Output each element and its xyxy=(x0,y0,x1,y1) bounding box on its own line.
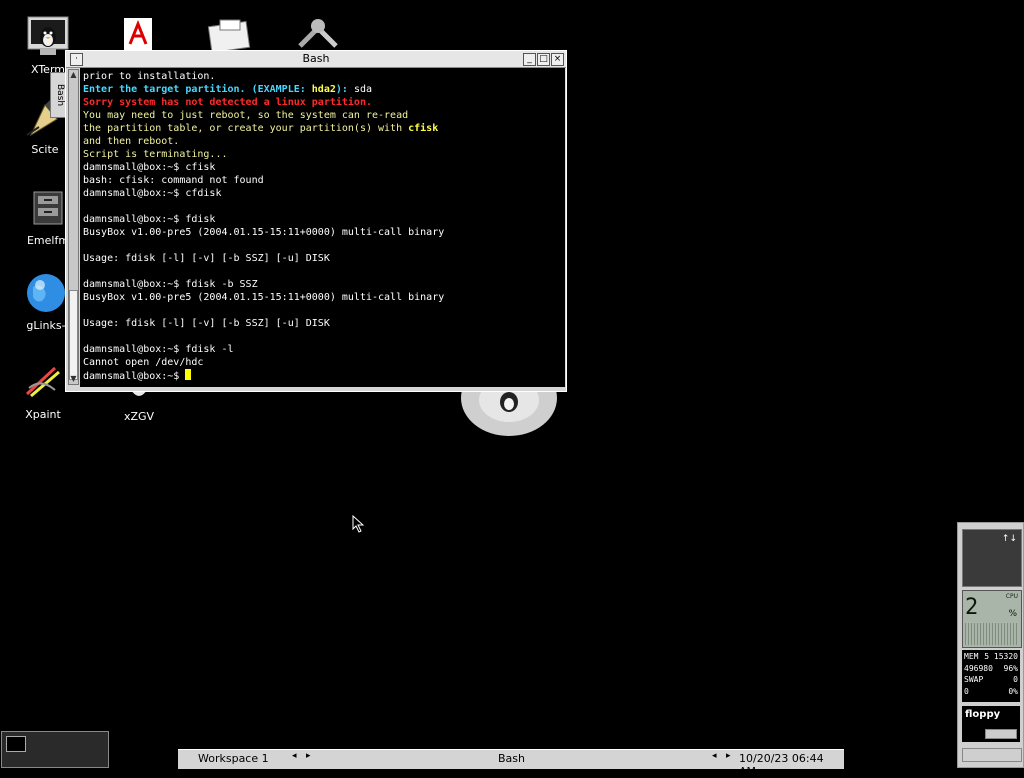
mem-label: MEM xyxy=(964,652,979,661)
floppy-label: floppy xyxy=(965,709,1001,720)
taskbar-item-bash[interactable]: Bash xyxy=(498,752,525,765)
prompt-text: Enter the target partition. (EXAMPLE: xyxy=(83,84,312,95)
terminal-line: Sorry system has not detected a linux pa… xyxy=(83,97,372,108)
terminal-line: damnsmall@box:~$ fdisk -b SSZ xyxy=(83,279,258,290)
terminal-output[interactable]: prior to installation. Enter the target … xyxy=(80,68,565,387)
terminal-line: prior to installation. xyxy=(83,71,216,82)
mail-icon[interactable] xyxy=(206,16,252,54)
shell-prompt: damnsmall@box:~$ xyxy=(83,371,186,382)
terminal-prompt-line[interactable]: damnsmall@box:~$ xyxy=(83,369,565,382)
terminal-line: and then reboot. xyxy=(83,136,180,147)
terminal-line: the partition table, or create your part… xyxy=(83,122,565,135)
prev-task-icon[interactable]: ◂ xyxy=(712,751,717,761)
cpu-value: 2 xyxy=(965,595,979,620)
swap-free: 0 xyxy=(964,687,969,696)
terminal-line: damnsmall@box:~$ cfdisk xyxy=(83,188,222,199)
tools-icon[interactable] xyxy=(294,16,342,50)
dock-arrows-icon[interactable]: ↑↓ xyxy=(1002,534,1017,544)
close-button[interactable]: × xyxy=(551,53,564,66)
pager-workspace-1[interactable] xyxy=(6,736,26,752)
system-monitor-dock: ↑↓ CPU 2 % MEM 5 15320 496980 96% SWAP 0… xyxy=(957,522,1024,768)
vertical-scrollbar[interactable]: ▲ ▼ xyxy=(68,69,79,385)
terminal-line: BusyBox v1.00-pre5 (2004.01.15-15:11+000… xyxy=(83,292,445,303)
terminal-line: You may need to just reboot, so the syst… xyxy=(83,110,409,121)
paint-icon xyxy=(21,360,65,404)
prompt-text: ): xyxy=(335,84,354,95)
cpu-unit: % xyxy=(1008,609,1017,619)
terminal-line: damnsmall@box:~$ cfisk xyxy=(83,162,216,173)
window-title: Bash xyxy=(302,52,330,65)
swap-label: SWAP xyxy=(964,675,984,684)
desktop-icon-label: Xpaint xyxy=(25,408,61,421)
text-fragment: the partition table, or create your part… xyxy=(83,123,409,134)
taskbar: Workspace 1 ◂ ▸ Bash ◂ ▸ 10/20/23 06:44 … xyxy=(178,749,844,778)
clock: 10/20/23 06:44 AM xyxy=(739,752,824,778)
filemanager-icon xyxy=(26,186,70,230)
mem-value: 5 15320 xyxy=(984,652,1018,661)
next-task-icon[interactable]: ▸ xyxy=(726,751,731,761)
floppy-mount-button[interactable] xyxy=(985,729,1017,739)
swap-value: 0 xyxy=(1013,675,1018,684)
dock-controls[interactable] xyxy=(962,748,1022,762)
scroll-down-icon[interactable]: ▼ xyxy=(69,374,78,384)
terminal-line: Enter the target partition. (EXAMPLE: hd… xyxy=(83,83,565,96)
prompt-example: hda2 xyxy=(311,84,336,95)
memory-monitor: MEM 5 15320 496980 96% SWAP 0 0 0% xyxy=(962,650,1020,702)
desktop-icon-label: xZGV xyxy=(123,410,155,423)
penguin-icon xyxy=(26,15,70,59)
mem-free: 496980 xyxy=(964,664,993,673)
window-titlebar[interactable]: · Bash _ □ × xyxy=(66,51,566,68)
swap-pct: 0% xyxy=(1008,687,1018,696)
text-fragment: cfisk xyxy=(408,123,439,134)
scroll-thumb[interactable] xyxy=(69,290,78,380)
mouse-cursor-icon xyxy=(352,514,365,537)
terminal-line: Cannot open /dev/hdc xyxy=(83,357,204,368)
minimize-button[interactable]: _ xyxy=(523,53,536,66)
text-cursor xyxy=(185,369,192,380)
terminal-line: BusyBox v1.00-pre5 (2004.01.15-15:11+000… xyxy=(83,227,445,238)
window-side-tab[interactable]: Bash xyxy=(50,72,66,118)
terminal-line: Script is terminating... xyxy=(83,149,228,160)
terminal-line: bash: cfisk: command not found xyxy=(83,175,264,186)
floppy-mount[interactable]: floppy xyxy=(962,706,1020,742)
mem-pct: 96% xyxy=(1003,664,1018,673)
terminal-line: damnsmall@box:~$ fdisk xyxy=(83,214,216,225)
terminal-line: Usage: fdisk [-l] [-v] [-b SSZ] [-u] DIS… xyxy=(83,318,330,329)
desktop-icon-xzgv[interactable]: xZGV xyxy=(99,390,179,423)
maximize-button[interactable]: □ xyxy=(537,53,550,66)
terminal-window[interactable]: · Bash _ □ × ▲ ▼ prior to installation. … xyxy=(65,50,567,392)
terminal-line: damnsmall@box:~$ fdisk -l xyxy=(83,344,234,355)
cpu-label: CPU xyxy=(1005,593,1018,600)
cpu-monitor: CPU 2 % xyxy=(962,590,1022,648)
prompt-answer: sda xyxy=(353,84,372,95)
workspace-pager[interactable] xyxy=(1,731,109,768)
pdf-icon[interactable] xyxy=(120,16,158,50)
dock-slot[interactable]: ↑↓ xyxy=(962,529,1022,587)
cpu-graph xyxy=(965,623,1017,645)
image-viewer-icon xyxy=(117,390,161,406)
terminal-line: Usage: fdisk [-l] [-v] [-b SSZ] [-u] DIS… xyxy=(83,253,330,264)
next-workspace-icon[interactable]: ▸ xyxy=(306,751,311,761)
prev-workspace-icon[interactable]: ◂ xyxy=(292,751,297,761)
workspace-label[interactable]: Workspace 1 xyxy=(198,752,269,765)
globe-icon xyxy=(24,271,68,315)
scroll-up-icon[interactable]: ▲ xyxy=(69,70,78,80)
